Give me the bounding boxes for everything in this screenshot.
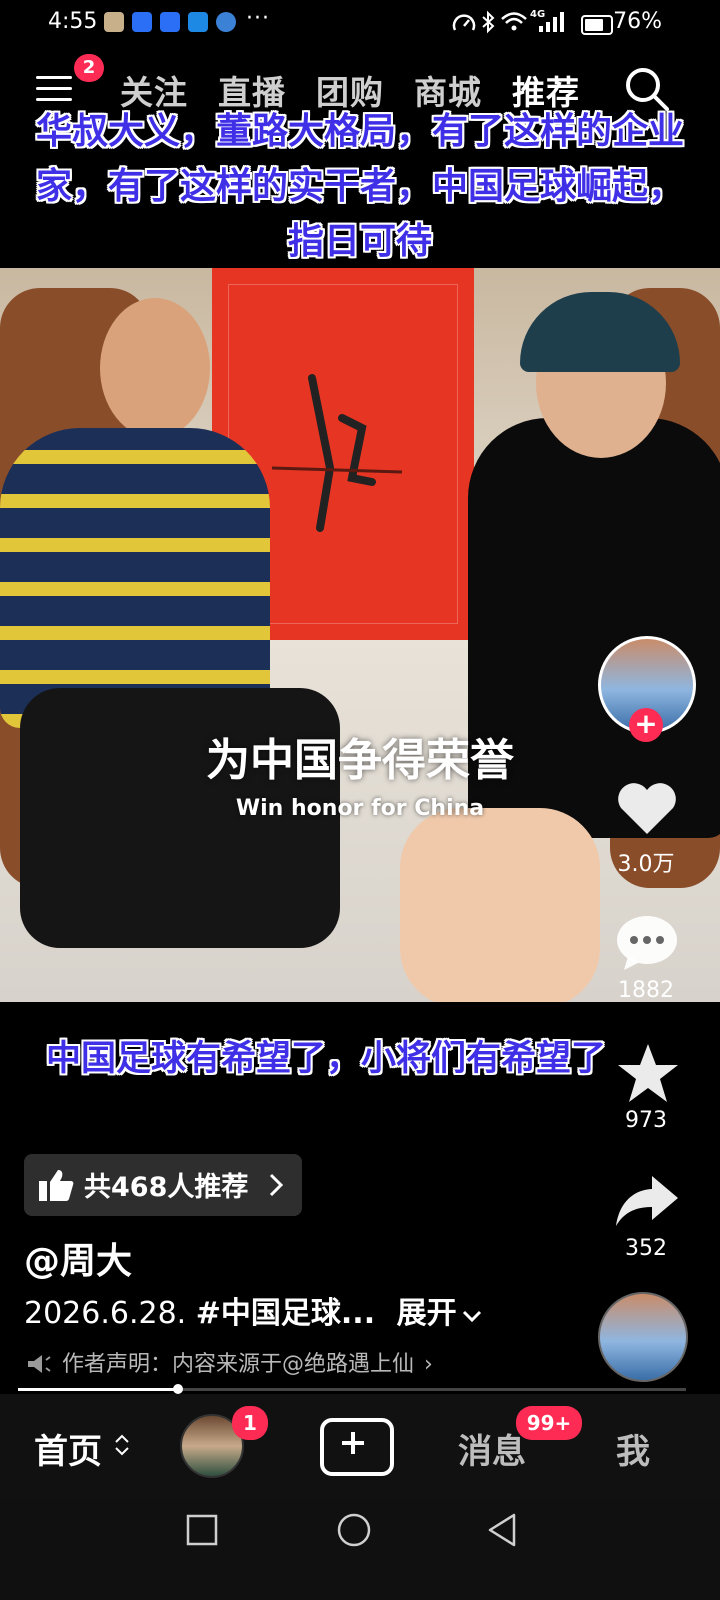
menu-badge: 2 — [74, 54, 104, 82]
description-date: 2026.6.28. — [24, 1296, 196, 1331]
expand-button[interactable]: 展开 — [397, 1296, 457, 1331]
menu-button[interactable] — [36, 72, 76, 104]
tab-home[interactable]: 首页 — [34, 1424, 102, 1473]
chevron-down-icon — [462, 1310, 481, 1323]
home-circle-icon[interactable] — [336, 1512, 372, 1548]
battery-icon — [581, 15, 613, 35]
hashtag-link[interactable]: #中国足球... — [196, 1296, 375, 1331]
share-count: 352 — [625, 1236, 667, 1261]
tab-messages[interactable]: 消息 — [458, 1424, 526, 1473]
back-icon[interactable] — [486, 1512, 518, 1548]
thumbs-up-icon — [39, 1170, 74, 1201]
video-description: 2026.6.28. #中国足球... 展开 — [24, 1288, 483, 1332]
video-subtitle-english: Win honor for China — [235, 796, 485, 821]
refresh-arrows-icon — [115, 1434, 129, 1456]
share-icon[interactable] — [614, 1172, 680, 1228]
like-icon[interactable] — [614, 778, 680, 838]
author-name[interactable]: @周大 — [24, 1232, 132, 1284]
baidu-notification-icon — [160, 12, 180, 32]
app-notification-icon — [188, 12, 208, 32]
comment-count: 1882 — [618, 978, 674, 1003]
author-declaration[interactable]: 作者声明：内容来源于@绝路遇上仙 › — [26, 1346, 433, 1378]
signal-icon — [539, 12, 564, 32]
create-post-button[interactable] — [320, 1418, 394, 1476]
video-caption-top: 华叔大义，董路大格局，有了这样的企业家，有了这样的实干者，中国足球崛起，指日可待 — [35, 111, 684, 262]
speaker-icon — [28, 1355, 51, 1373]
gallery-notification-icon — [104, 12, 124, 32]
recommend-count: 共468人推荐 — [84, 1172, 249, 1203]
declaration-text: 作者声明：内容来源于@绝路遇上仙 — [62, 1352, 415, 1377]
progress-knob[interactable] — [173, 1384, 184, 1394]
plus-icon — [342, 1432, 364, 1454]
status-time: 4:55 — [48, 9, 98, 34]
video-subtitle-chinese: 为中国争得荣誉 — [206, 735, 514, 786]
bluetooth-icon — [482, 10, 495, 34]
messages-badge: 99+ — [516, 1406, 582, 1440]
follow-button[interactable]: + — [629, 708, 663, 742]
tab-me[interactable]: 我 — [616, 1424, 650, 1473]
person-right-leg — [400, 808, 600, 1002]
chevron-right-icon — [269, 1173, 284, 1197]
more-notifications-icon: ··· — [246, 6, 270, 31]
like-count: 3.0万 — [617, 852, 675, 877]
person-left-head — [100, 298, 210, 438]
declaration-chevron-icon: › — [424, 1352, 433, 1377]
music-disc-avatar[interactable] — [598, 1292, 688, 1382]
person-left-shirt — [0, 428, 270, 728]
speed-icon — [452, 14, 476, 31]
progress-fill — [18, 1388, 179, 1391]
recents-icon[interactable] — [186, 1514, 218, 1546]
friends-badge: 1 — [232, 1406, 268, 1440]
video-player[interactable]: 为中国争得荣誉 Win honor for China — [0, 268, 720, 1002]
battery-percent: 76% — [613, 9, 662, 34]
wifi-icon — [501, 12, 527, 31]
status-bar: 4:55 ··· 4G 76% — [0, 0, 720, 46]
favorite-star-icon[interactable] — [616, 1042, 680, 1104]
video-caption-bottom: 中国足球有希望了，小将们有希望了 — [46, 1039, 607, 1079]
favorite-count: 973 — [625, 1108, 667, 1133]
comment-icon[interactable] — [614, 912, 680, 972]
video-progress-bar[interactable] — [18, 1384, 686, 1394]
baidu-notification-icon — [132, 12, 152, 32]
browser-notification-icon — [216, 12, 236, 32]
